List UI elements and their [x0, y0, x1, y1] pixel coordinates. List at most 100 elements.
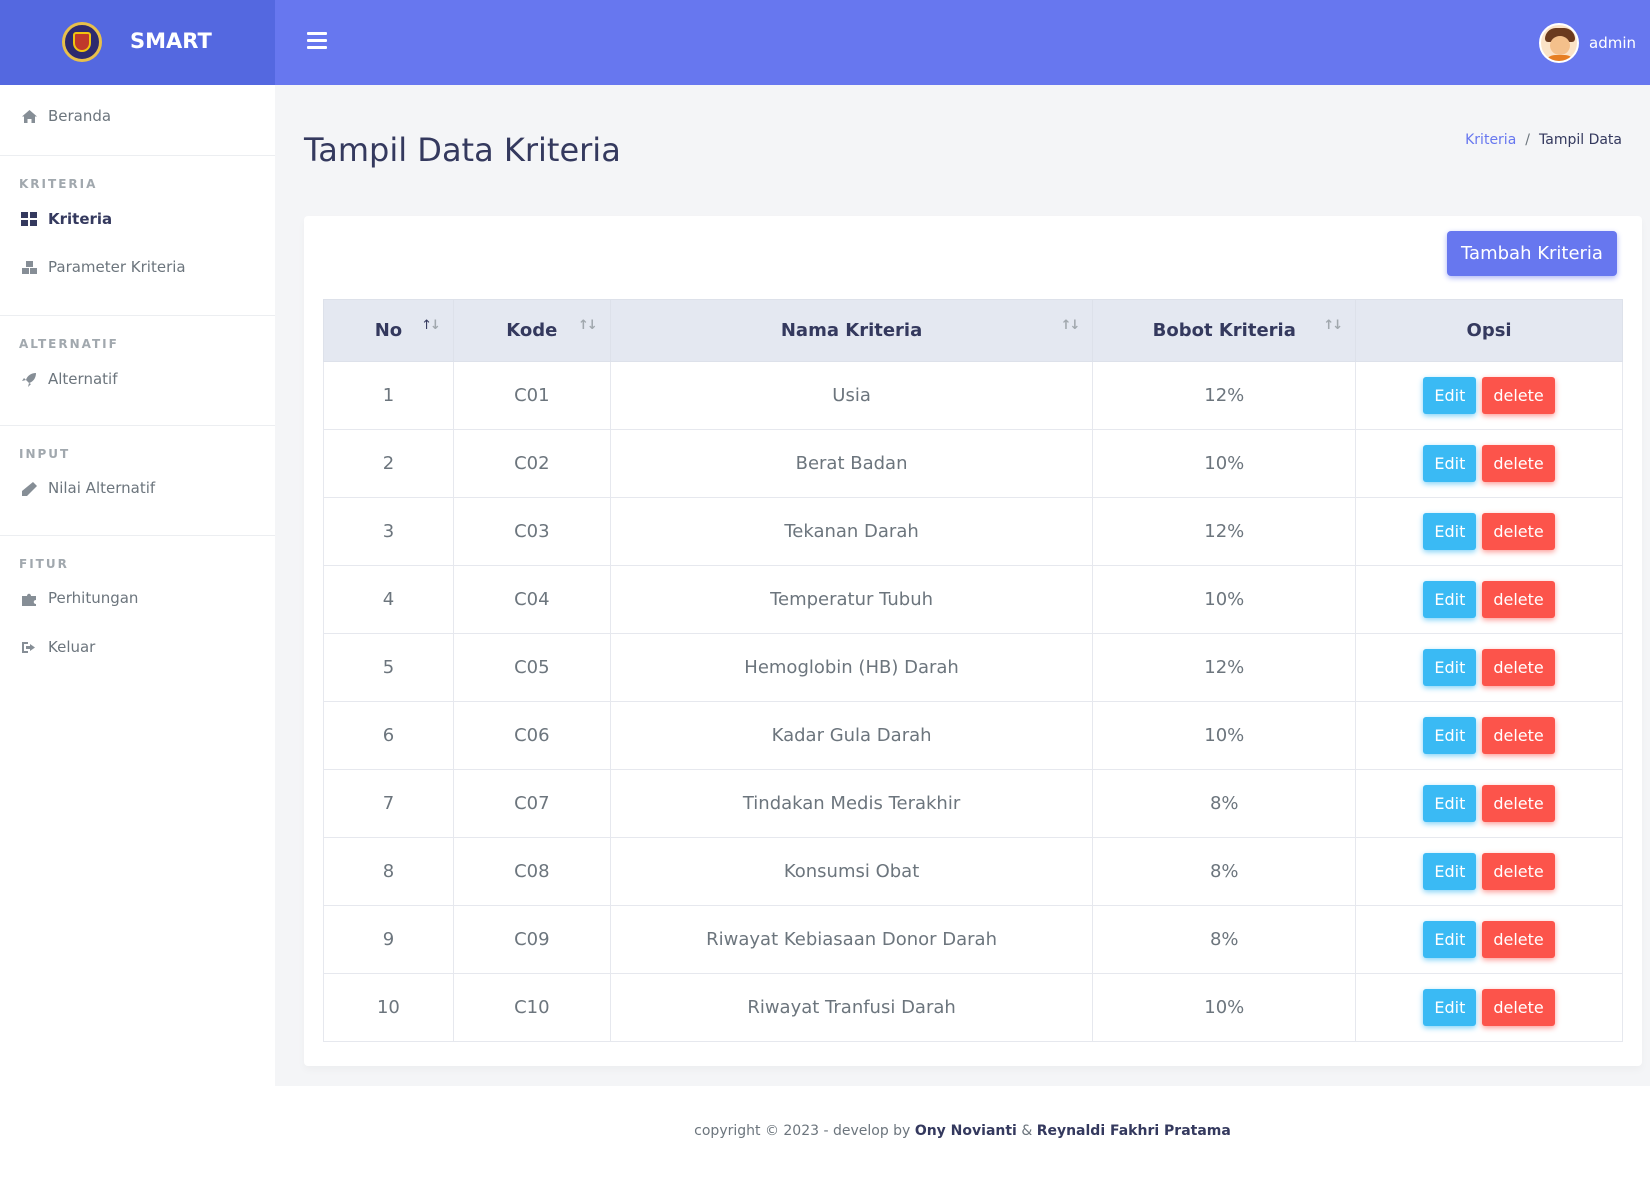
- cell-kode: C01: [452, 361, 611, 430]
- divider: [0, 535, 275, 536]
- cell-bobot: 12%: [1092, 633, 1357, 702]
- menu-toggle-icon[interactable]: [307, 32, 327, 50]
- edit-button[interactable]: Edit: [1423, 921, 1477, 958]
- cell-opsi: Edit delete: [1355, 497, 1623, 566]
- cell-no: 8: [323, 837, 454, 906]
- delete-button[interactable]: delete: [1482, 649, 1555, 686]
- brand-bar: SMART: [0, 0, 275, 85]
- sidebar-item-alternatif[interactable]: Alternatif: [20, 370, 117, 388]
- section-header: Tampil Data Kriteria Kriteria / Tampil D…: [275, 85, 1650, 193]
- cell-kode: C04: [452, 565, 611, 634]
- delete-button[interactable]: delete: [1482, 921, 1555, 958]
- logo-icon: [62, 22, 102, 62]
- sidebar-item-keluar[interactable]: Keluar: [20, 638, 95, 656]
- divider: [0, 155, 275, 156]
- cell-bobot: 8%: [1092, 769, 1357, 838]
- column-header-label: Opsi: [1466, 320, 1512, 341]
- cell-kode: C09: [452, 905, 611, 974]
- column-header-label: Bobot Kriteria: [1152, 320, 1296, 341]
- table-row: 1 C01 Usia 12% Edit delete: [323, 361, 1623, 430]
- cell-bobot: 12%: [1092, 361, 1357, 430]
- pencil-icon: [20, 480, 38, 496]
- edit-button[interactable]: Edit: [1423, 853, 1477, 890]
- cell-no: 7: [323, 769, 454, 838]
- edit-button[interactable]: Edit: [1423, 445, 1477, 482]
- puzzle-icon: [20, 590, 38, 606]
- delete-button[interactable]: delete: [1482, 581, 1555, 618]
- sidebar-item-kriteria[interactable]: Kriteria: [20, 210, 112, 228]
- edit-button[interactable]: Edit: [1423, 581, 1477, 618]
- sort-icon: ↑↓: [421, 318, 441, 333]
- sidebar-item-label: Perhitungan: [48, 589, 139, 607]
- edit-button[interactable]: Edit: [1423, 377, 1477, 414]
- edit-button[interactable]: Edit: [1423, 513, 1477, 550]
- table-header-row: No ↑↓ Kode ↑↓ Nama Kriteria ↑↓ Bobot Kriter…: [323, 299, 1623, 362]
- delete-button[interactable]: delete: [1482, 853, 1555, 890]
- sidebar-item-perhitungan[interactable]: Perhitungan: [20, 589, 138, 607]
- cell-opsi: Edit delete: [1355, 973, 1623, 1042]
- cell-bobot: 10%: [1092, 701, 1357, 770]
- cell-no: 6: [323, 701, 454, 770]
- cell-opsi: Edit delete: [1355, 837, 1623, 906]
- cell-kode: C10: [452, 973, 611, 1042]
- column-header-bobot[interactable]: Bobot Kriteria ↑↓: [1092, 299, 1357, 362]
- edit-button[interactable]: Edit: [1423, 785, 1477, 822]
- brand-name[interactable]: SMART: [130, 29, 212, 53]
- cell-no: 9: [323, 905, 454, 974]
- cell-nama: Usia: [609, 361, 1094, 430]
- cell-no: 10: [323, 973, 454, 1042]
- delete-button[interactable]: delete: [1482, 445, 1555, 482]
- sort-icon: ↑↓: [1323, 318, 1343, 333]
- table-row: 2 C02 Berat Badan 10% Edit delete: [323, 429, 1623, 498]
- sidebar-item-label: Keluar: [48, 638, 96, 656]
- cell-nama: Konsumsi Obat: [609, 837, 1094, 906]
- cell-opsi: Edit delete: [1355, 633, 1623, 702]
- sort-icon: ↑↓: [1060, 318, 1081, 333]
- table-row: 7 C07 Tindakan Medis Terakhir 8% Edit delete: [323, 769, 1623, 838]
- sidebar-item-label: Parameter Kriteria: [48, 258, 186, 276]
- cell-no: 3: [323, 497, 454, 566]
- cell-nama: Riwayat Tranfusi Darah: [609, 973, 1094, 1042]
- menu-header-kriteria: KRITERIA: [19, 177, 98, 191]
- cell-nama: Hemoglobin (HB) Darah: [609, 633, 1094, 702]
- sidebar-item-parameter-kriteria[interactable]: Parameter Kriteria: [20, 258, 186, 276]
- delete-button[interactable]: delete: [1482, 513, 1555, 550]
- cell-nama: Kadar Gula Darah: [609, 701, 1094, 770]
- user-menu[interactable]: admin: [1539, 23, 1636, 63]
- edit-button[interactable]: Edit: [1423, 649, 1477, 686]
- delete-button[interactable]: delete: [1482, 785, 1555, 822]
- sidebar-item-label: Alternatif: [48, 370, 118, 388]
- cell-nama: Riwayat Kebiasaan Donor Darah: [609, 905, 1094, 974]
- menu-header-input: INPUT: [19, 447, 71, 461]
- delete-button[interactable]: delete: [1482, 717, 1555, 754]
- cell-opsi: Edit delete: [1355, 905, 1623, 974]
- avatar: [1539, 23, 1579, 63]
- footer-text: copyright © 2023 - develop by Ony Novian…: [275, 1123, 1650, 1139]
- menu-header-fitur: FITUR: [19, 557, 69, 571]
- add-kriteria-button[interactable]: Tambah Kriteria: [1447, 231, 1617, 276]
- cell-bobot: 8%: [1092, 905, 1357, 974]
- table-row: 6 C06 Kadar Gula Darah 10% Edit delete: [323, 701, 1623, 770]
- table-row: 5 C05 Hemoglobin (HB) Darah 12% Edit delete: [323, 633, 1623, 702]
- cell-nama: Tekanan Darah: [609, 497, 1094, 566]
- delete-button[interactable]: delete: [1482, 377, 1555, 414]
- top-navbar: admin: [275, 0, 1650, 85]
- sidebar-item-beranda[interactable]: Beranda: [20, 107, 111, 125]
- column-header-no[interactable]: No ↑↓: [323, 299, 454, 362]
- cell-kode: C06: [452, 701, 611, 770]
- kriteria-table: No ↑↓ Kode ↑↓ Nama Kriteria ↑↓ Bobot Kriter…: [323, 299, 1623, 1042]
- sidebar-item-label: Kriteria: [48, 210, 113, 228]
- edit-button[interactable]: Edit: [1423, 717, 1477, 754]
- breadcrumb-link-kriteria[interactable]: Kriteria: [1465, 132, 1516, 148]
- column-header-kode[interactable]: Kode ↑↓: [452, 299, 611, 362]
- sidebar: Beranda KRITERIA Kriteria Parameter Krit…: [0, 85, 275, 1179]
- column-header-nama[interactable]: Nama Kriteria ↑↓: [609, 299, 1094, 362]
- cell-opsi: Edit delete: [1355, 361, 1623, 430]
- delete-button[interactable]: delete: [1482, 989, 1555, 1026]
- sidebar-item-nilai-alternatif[interactable]: Nilai Alternatif: [20, 479, 155, 497]
- table-row: 9 C09 Riwayat Kebiasaan Donor Darah 8% Edit d…: [323, 905, 1623, 974]
- cell-kode: C05: [452, 633, 611, 702]
- cell-bobot: 8%: [1092, 837, 1357, 906]
- edit-button[interactable]: Edit: [1423, 989, 1477, 1026]
- cell-kode: C03: [452, 497, 611, 566]
